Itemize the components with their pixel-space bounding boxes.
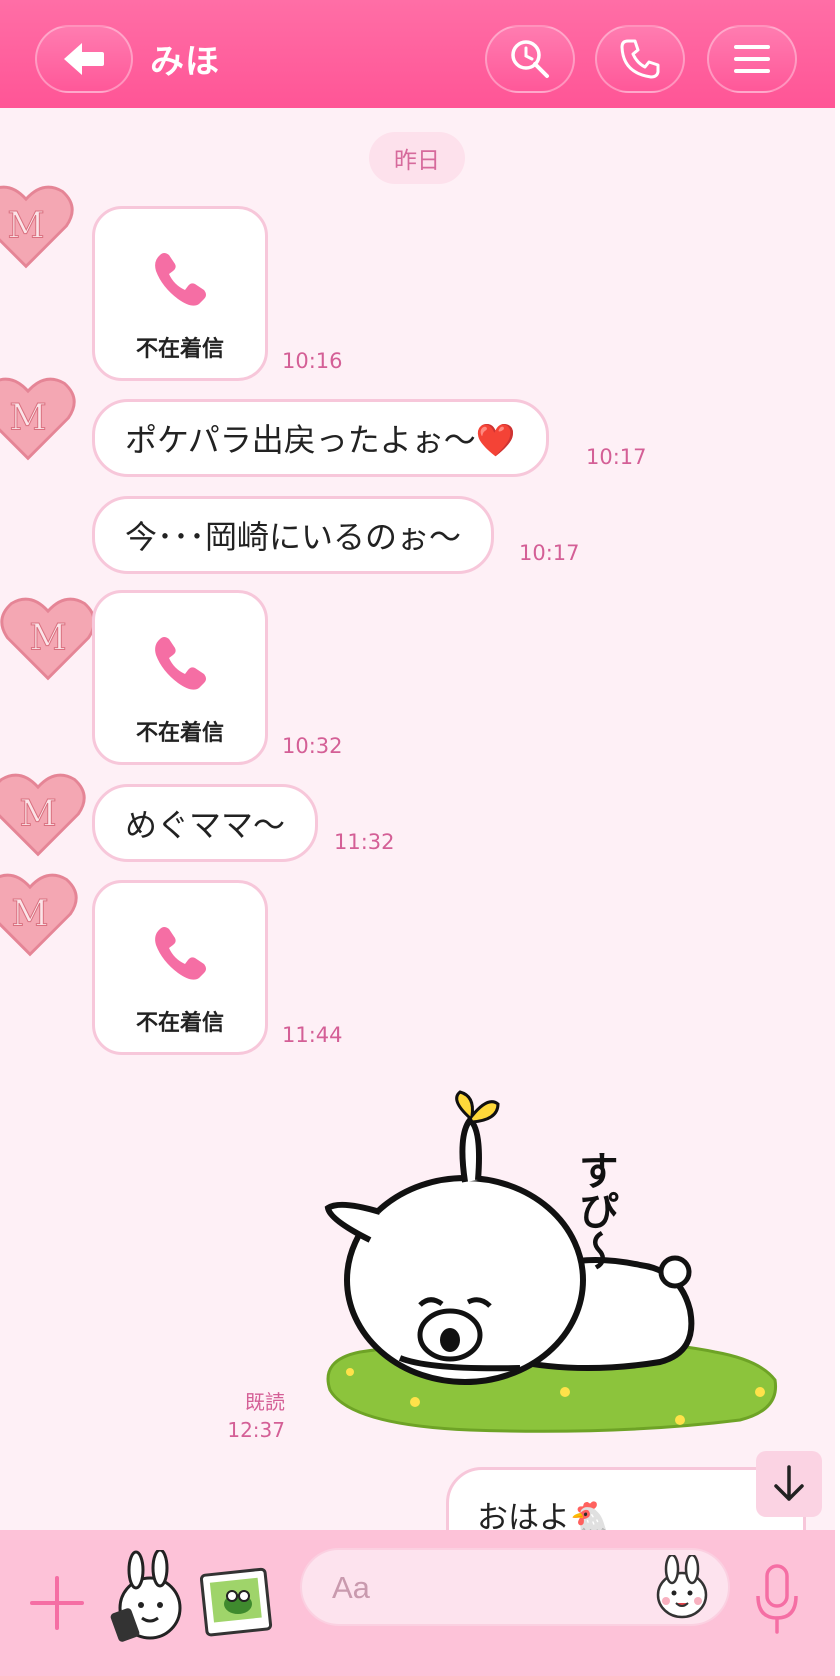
message-time: 10:32 [282,734,343,758]
svg-text:M: M [7,204,44,247]
message-text: めぐママ〜 [125,806,286,844]
phone-icon [155,253,206,306]
missed-call-label: 不在着信 [135,721,224,746]
emoji-icon[interactable] [650,1555,714,1621]
search-button[interactable] [485,25,575,93]
sticker-icon[interactable] [108,1550,186,1648]
plus-icon[interactable] [28,1574,86,1632]
missed-call-card[interactable]: 不在着信 [92,206,268,381]
svg-text:M: M [29,616,66,659]
arrow-down-icon [774,1465,804,1501]
message-time: 10:17 [519,541,580,565]
message-time: 10:17 [586,445,647,469]
message-text: ポケパラ出戻ったよぉ〜❤️ [125,421,516,459]
avatar[interactable]: M [0,370,76,466]
avatar[interactable]: M [0,766,86,862]
message-bubble[interactable]: 今･･･岡崎にいるのぉ〜 [92,496,495,574]
avatar[interactable]: M [0,178,74,274]
date-separator: 昨日 [369,132,465,184]
message-time: 11:32 [334,830,395,854]
chat-screen: みほ 昨日 M M M M M 不在着信 10:16 ポケパラ出戻ったよぉ〜❤️… [0,0,835,1676]
message-input-bar [0,1530,835,1676]
missed-call-card[interactable]: 不在着信 [92,590,268,765]
screen-edge [835,0,840,1676]
message-bubble[interactable]: めぐママ〜 [92,784,319,862]
avatar[interactable]: M [0,590,96,686]
chat-header: みほ [0,0,835,108]
message-bubble[interactable]: ポケパラ出戻ったよぉ〜❤️ [92,399,549,477]
photo-icon[interactable] [200,1566,274,1638]
svg-text:M: M [9,396,46,439]
message-time: 11:44 [282,1023,343,1047]
read-receipt: 既読 12:37 [227,1388,285,1444]
message-time: 10:16 [282,349,343,373]
message-text: 今･･･岡崎にいるのぉ〜 [125,518,462,556]
sticker-caption: すぴ〜 [572,1150,618,1270]
menu-button[interactable] [707,25,797,93]
phone-icon [155,637,206,690]
svg-text:M: M [19,792,56,835]
call-button[interactable] [595,25,685,93]
message-text-field[interactable] [332,1568,632,1608]
phone-icon [155,927,206,980]
back-arrow-icon [64,43,104,75]
read-label: 既読 [245,1390,285,1414]
search-icon [511,40,549,78]
message-input[interactable] [300,1548,730,1626]
microphone-icon[interactable] [752,1562,802,1636]
sleeping-rabbit-sticker[interactable]: すぴ〜 [320,1090,790,1440]
missed-call-label: 不在着信 [135,337,224,362]
back-button[interactable] [35,25,133,93]
read-time: 12:37 [227,1418,285,1442]
svg-text:M: M [11,892,48,935]
chat-title: みほ [150,42,220,82]
avatar[interactable]: M [0,866,78,962]
missed-call-label: 不在着信 [135,1011,224,1036]
menu-icon [734,45,770,73]
scroll-down-button[interactable] [756,1451,822,1517]
phone-icon [620,39,660,79]
missed-call-card[interactable]: 不在着信 [92,880,268,1055]
